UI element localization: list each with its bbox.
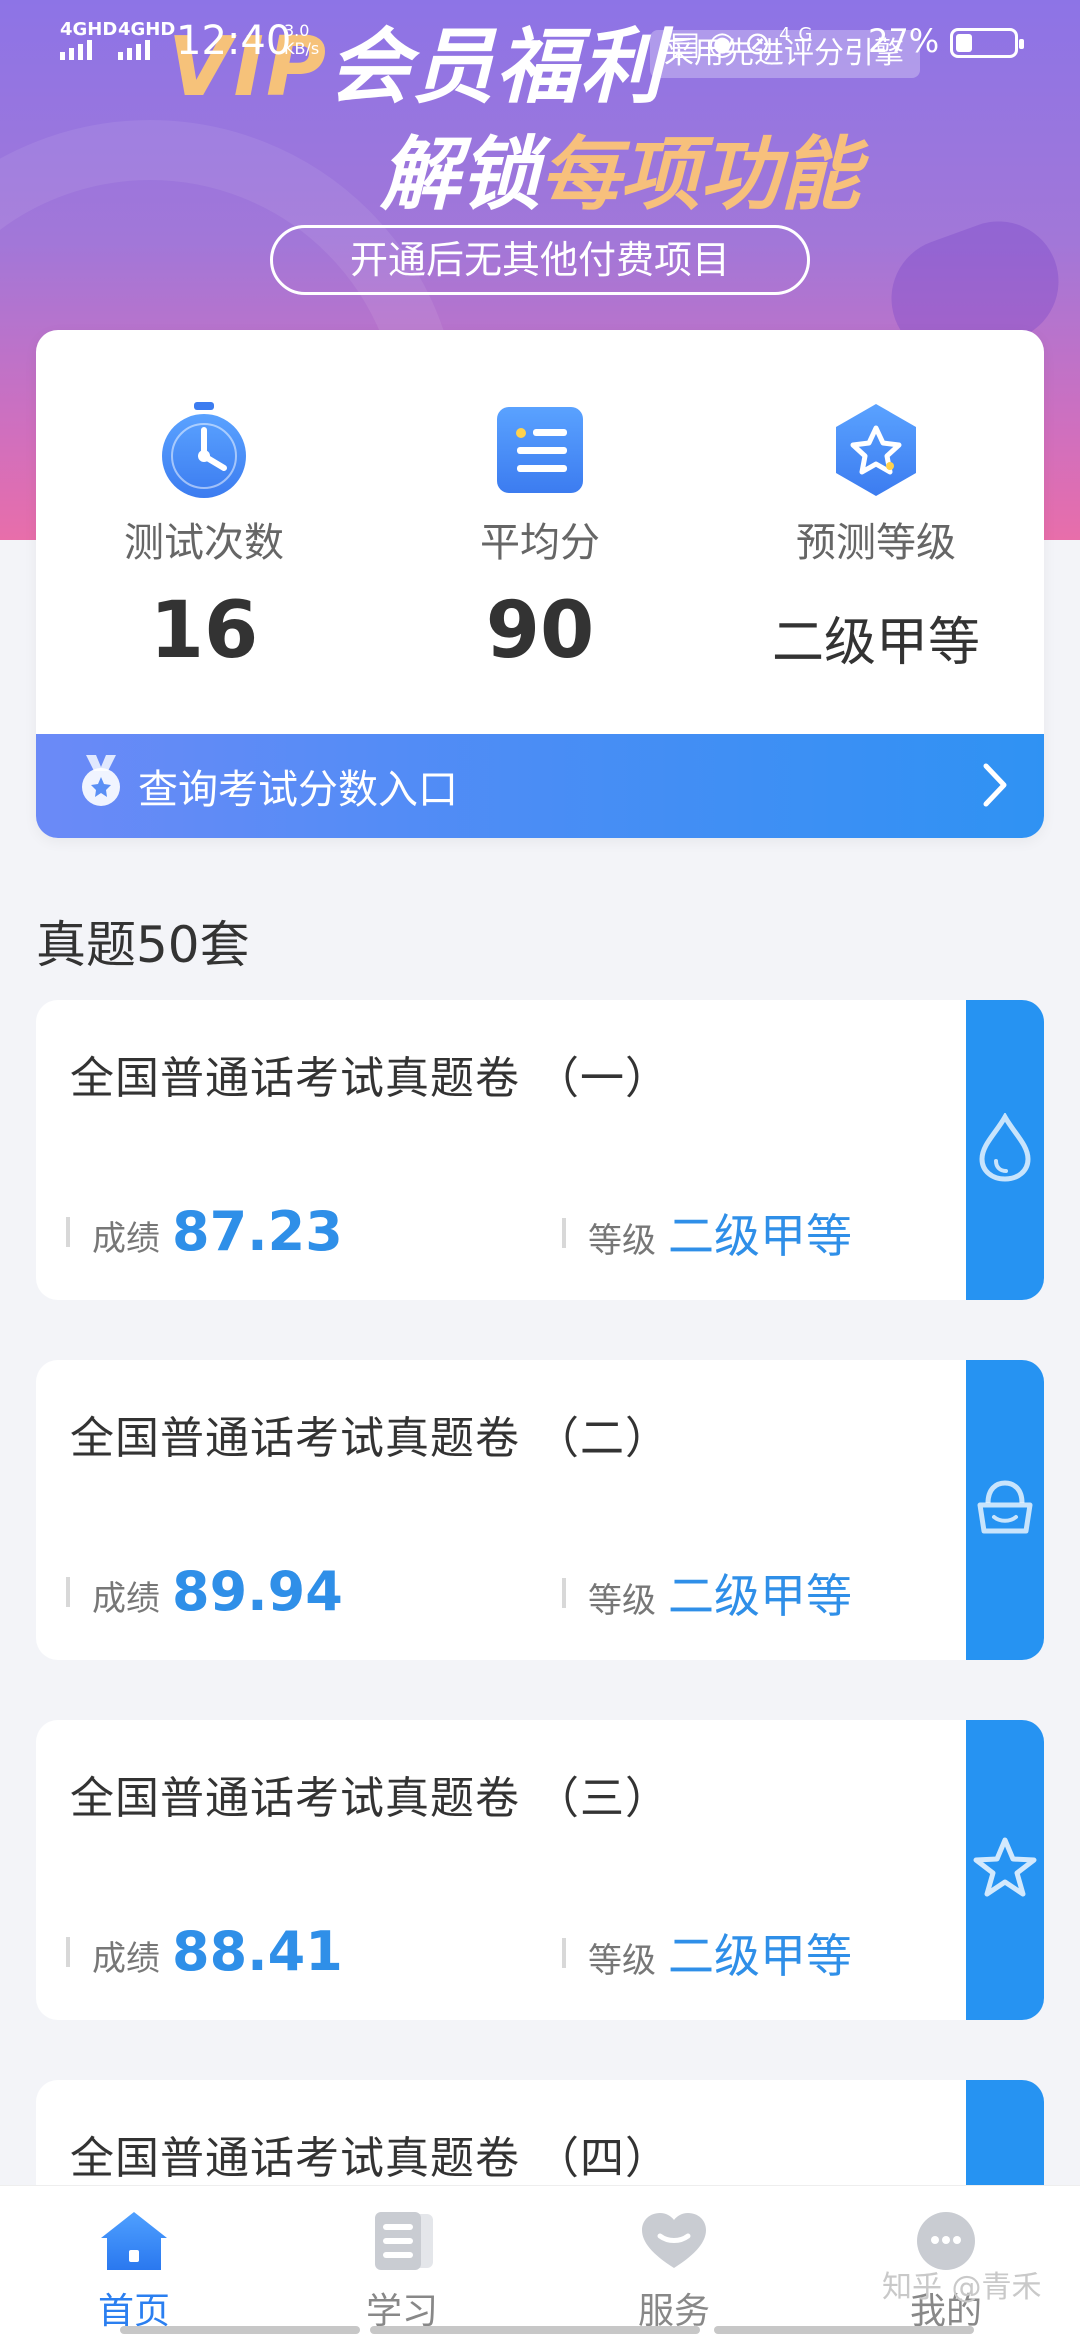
- stat-test-count[interactable]: 测试次数 16: [36, 400, 372, 676]
- paper-score: 成绩 87.23: [66, 1200, 343, 1263]
- signal-icon: [60, 38, 92, 60]
- nav-service[interactable]: 服务: [574, 2210, 774, 2334]
- score-query-label: 查询考试分数入口: [138, 767, 458, 813]
- gesture-bar: [714, 2326, 974, 2334]
- paper-level: 等级 二级甲等: [562, 1920, 852, 1986]
- exam-paper-card[interactable]: 全国普通话考试真题卷 （一） 成绩 87.23 等级 二级甲等: [36, 1000, 1044, 1300]
- nav-home[interactable]: 首页: [34, 2210, 234, 2334]
- gesture-bar: [120, 2326, 360, 2334]
- stat-predicted-level[interactable]: 预测等级 二级甲等: [708, 400, 1044, 675]
- battery-icon: [950, 28, 1024, 58]
- stat-label: 预测等级: [796, 520, 956, 566]
- list-icon: [372, 400, 708, 500]
- hd-icon: ▤: [670, 24, 709, 62]
- bag-icon: [974, 1479, 1036, 1541]
- eye-icon: ◉: [708, 24, 745, 62]
- gesture-bar: [370, 2326, 700, 2334]
- network-label: 4GHD: [60, 19, 118, 40]
- paper-level: 等级 二级甲等: [562, 1200, 852, 1266]
- nav-study[interactable]: 学习: [302, 2210, 502, 2334]
- home-icon: [99, 2212, 169, 2276]
- stats-card: 测试次数 16 平均分 90 预测等级 二级甲等 查询考试分数入口: [36, 330, 1044, 838]
- stat-average-score[interactable]: 平均分 90: [372, 400, 708, 676]
- paper-title: 全国普通话考试真题卷 （二）: [70, 1413, 670, 1464]
- section-title: 真题50套: [36, 916, 250, 974]
- star-icon: [972, 1836, 1038, 1904]
- paper-score: 成绩 88.41: [66, 1920, 343, 1983]
- heart-icon: [638, 2213, 710, 2276]
- signal-icon: [118, 38, 150, 60]
- stopwatch-icon: [36, 400, 372, 500]
- net-speed: 3.0 KB/s: [284, 21, 320, 58]
- unlock-headline: 解锁每项功能: [380, 128, 860, 221]
- paper-side-tab[interactable]: [966, 1720, 1044, 2020]
- medal-icon: [78, 753, 124, 819]
- mute-icon: ⊘: [744, 24, 779, 62]
- battery-percent: 27%: [868, 22, 940, 60]
- star-badge-icon: [708, 400, 1044, 500]
- paper-title: 全国普通话考试真题卷 （一）: [70, 1053, 670, 1104]
- chevron-right-icon: [980, 760, 1010, 820]
- 4g-icon: 4G: [778, 24, 821, 45]
- clock: 12:40: [176, 18, 292, 64]
- exam-paper-card[interactable]: 全国普通话考试真题卷 （二） 成绩 89.94 等级 二级甲等: [36, 1360, 1044, 1660]
- stat-value: 16: [149, 586, 259, 676]
- no-extra-fee-pill[interactable]: 开通后无其他付费项目: [270, 225, 810, 295]
- exam-paper-card[interactable]: 全国普通话考试真题卷 （三） 成绩 88.41 等级 二级甲等: [36, 1720, 1044, 2020]
- stat-value: 二级甲等: [771, 613, 980, 673]
- stat-label: 平均分: [480, 520, 600, 566]
- paper-score: 成绩 89.94: [66, 1560, 343, 1623]
- study-icon: [367, 2212, 437, 2276]
- stat-label: 测试次数: [124, 520, 284, 566]
- status-icons: ▤◉⊘4G: [670, 24, 820, 62]
- paper-title: 全国普通话考试真题卷 （三）: [70, 1773, 670, 1824]
- paper-side-tab[interactable]: [966, 1000, 1044, 1300]
- stat-value: 90: [485, 586, 595, 676]
- score-query-entry[interactable]: 查询考试分数入口: [36, 734, 1044, 838]
- watermark: 知乎 @青禾: [882, 2270, 1042, 2305]
- paper-level: 等级 二级甲等: [562, 1560, 852, 1626]
- drop-icon: [976, 1111, 1034, 1187]
- network-label: 4GHD: [118, 19, 176, 40]
- paper-side-tab[interactable]: [966, 1360, 1044, 1660]
- paper-title: 全国普通话考试真题卷 （四）: [70, 2133, 670, 2184]
- status-bar: 4GHD 4GHD 12:40 3.0 KB/s ▤◉⊘4G 27%: [0, 0, 1080, 90]
